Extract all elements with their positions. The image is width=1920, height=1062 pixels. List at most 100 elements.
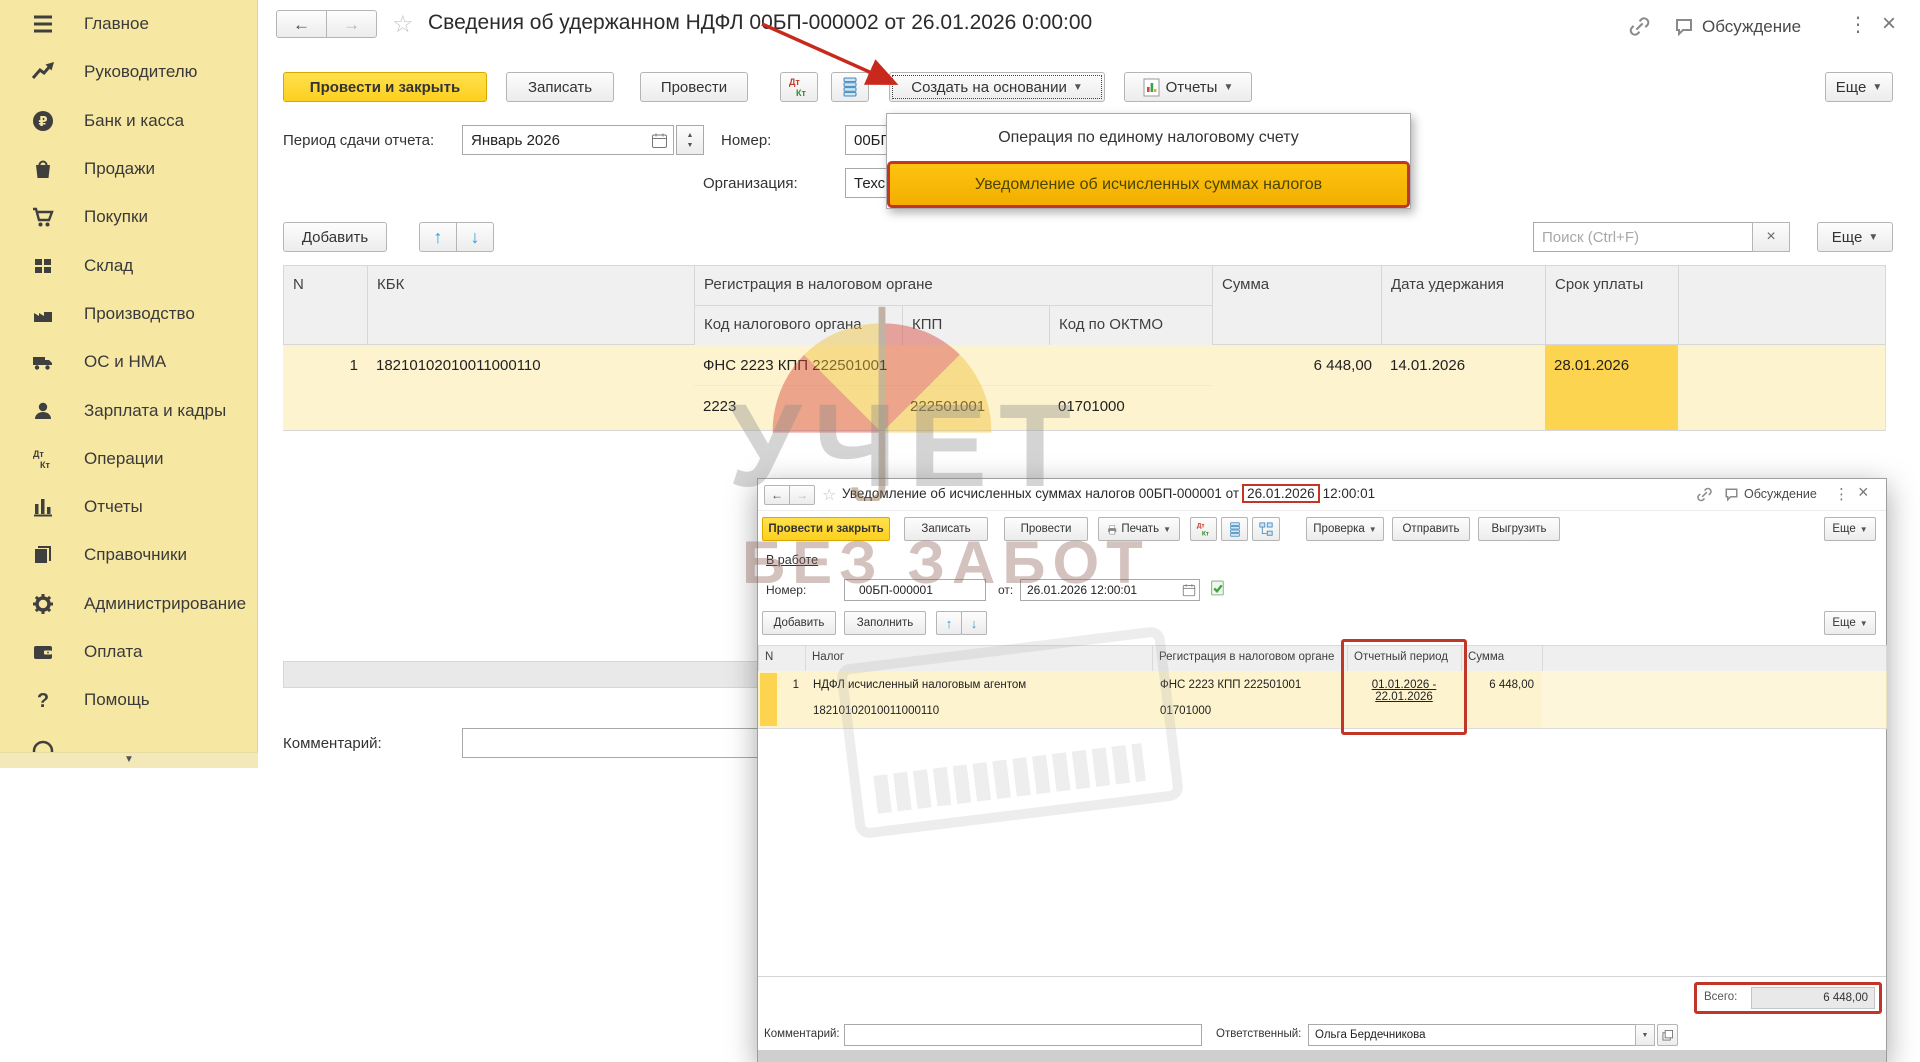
sidebar-item-partial[interactable] bbox=[0, 724, 257, 752]
link-icon[interactable] bbox=[1696, 486, 1713, 508]
check-button[interactable]: Проверка▼ bbox=[1306, 517, 1384, 541]
more-button[interactable]: Еще▼ bbox=[1825, 72, 1893, 102]
discussion-label[interactable]: Обсуждение bbox=[1744, 487, 1817, 501]
sidebar-item-zarplata-kadry[interactable]: Зарплата и кадры bbox=[0, 386, 257, 434]
move-down-button[interactable]: ↓ bbox=[961, 611, 987, 635]
sidebar-item-os-nma[interactable]: ОС и НМА bbox=[0, 338, 257, 386]
post-button[interactable]: Провести bbox=[1004, 517, 1088, 541]
cell-withhold-date[interactable]: 14.01.2026 bbox=[1381, 345, 1546, 431]
kebab-menu-icon[interactable]: ⋮ bbox=[1848, 12, 1868, 37]
cell-registration[interactable]: ФНС 2223 КПП 222501001 2223 222501001 01… bbox=[694, 345, 1213, 431]
col-header-sum[interactable]: Сумма bbox=[1461, 645, 1543, 672]
kebab-menu-icon[interactable]: ⋮ bbox=[1834, 485, 1849, 503]
table-more-button[interactable]: Еще▼ bbox=[1824, 611, 1876, 635]
sidebar-scroll-down[interactable]: ▼ bbox=[0, 752, 258, 768]
favorite-star-icon[interactable]: ☆ bbox=[822, 485, 836, 505]
dtkt-register-button[interactable]: ДтКт bbox=[780, 72, 818, 102]
back-button[interactable]: ← bbox=[764, 485, 790, 505]
cell-sum[interactable]: 6 448,00 bbox=[1212, 345, 1382, 431]
col-header-sum[interactable]: Сумма bbox=[1212, 265, 1382, 345]
col-header-kpp[interactable]: КПП bbox=[902, 305, 1050, 346]
forward-button[interactable]: → bbox=[789, 485, 815, 505]
cell-sum[interactable]: 6 448,00 bbox=[1461, 671, 1543, 729]
write-button[interactable]: Записать bbox=[904, 517, 988, 541]
col-header-due-date[interactable]: Срок уплаты bbox=[1545, 265, 1679, 345]
search-input[interactable] bbox=[1533, 222, 1753, 252]
sidebar-item-proizvodstvo[interactable]: Производство bbox=[0, 290, 257, 338]
col-header-tax[interactable]: Налог bbox=[805, 645, 1153, 672]
cell-registration[interactable]: ФНС 2223 КПП 222501001 01701000 bbox=[1152, 671, 1348, 729]
send-button[interactable]: Отправить bbox=[1392, 517, 1470, 541]
comment-input[interactable] bbox=[844, 1024, 1202, 1046]
back-button[interactable]: ← bbox=[276, 10, 327, 38]
menu-item-tax-notification[interactable]: Уведомление об исчисленных суммах налого… bbox=[887, 161, 1410, 208]
col-header-kbk[interactable]: КБК bbox=[367, 265, 695, 345]
cell-n[interactable]: 1 bbox=[283, 345, 368, 431]
sidebar-item-sklad[interactable]: Склад bbox=[0, 241, 257, 289]
close-icon[interactable]: × bbox=[1882, 10, 1896, 38]
calendar-icon[interactable] bbox=[651, 132, 668, 153]
sidebar-item-pomosch[interactable]: ? Помощь bbox=[0, 676, 257, 724]
number-input[interactable]: 00БП-000001 bbox=[844, 579, 986, 601]
move-down-button[interactable]: ↓ bbox=[456, 222, 494, 252]
col-header-registration[interactable]: Регистрация в налоговом органе bbox=[694, 265, 1213, 306]
export-button[interactable]: Выгрузить bbox=[1478, 517, 1560, 541]
discussion-icon[interactable] bbox=[1674, 17, 1694, 42]
more-button[interactable]: Еще▼ bbox=[1824, 517, 1876, 541]
col-header-tax-authority-code[interactable]: Код налогового органа bbox=[694, 305, 903, 346]
sidebar-item-prodazhi[interactable]: Продажи bbox=[0, 145, 257, 193]
menu-item-ens-operation[interactable]: Операция по единому налоговому счету bbox=[887, 114, 1410, 161]
col-header-n[interactable]: N bbox=[758, 645, 806, 672]
col-header-oktmo[interactable]: Код по ОКТМО bbox=[1049, 305, 1213, 346]
cell-kbk[interactable]: 18210102010011000110 bbox=[367, 345, 695, 431]
sidebar-item-oplata[interactable]: Оплата bbox=[0, 628, 257, 676]
register-records-button[interactable] bbox=[831, 72, 869, 102]
close-icon[interactable]: × bbox=[1858, 482, 1869, 503]
post-button[interactable]: Провести bbox=[640, 72, 748, 102]
cell-period[interactable]: 01.01.2026 - 22.01.2026 bbox=[1347, 671, 1462, 729]
edo-state-icon[interactable] bbox=[1210, 580, 1227, 602]
responsible-open-button[interactable] bbox=[1657, 1024, 1678, 1046]
print-button[interactable]: Печать▼ bbox=[1098, 517, 1180, 541]
discussion-label[interactable]: Обсуждение bbox=[1702, 17, 1801, 37]
period-input[interactable]: Январь 2026 bbox=[462, 125, 674, 155]
discussion-icon[interactable] bbox=[1724, 487, 1739, 507]
table-more-button[interactable]: Еще▼ bbox=[1817, 222, 1893, 252]
favorite-star-icon[interactable]: ☆ bbox=[392, 10, 414, 39]
register-records-button[interactable] bbox=[1221, 517, 1248, 541]
cell-due-date[interactable]: 28.01.2026 bbox=[1545, 345, 1679, 431]
post-and-close-button[interactable]: Провести и закрыть bbox=[283, 72, 487, 102]
move-up-button[interactable]: ↑ bbox=[419, 222, 457, 252]
fill-button[interactable]: Заполнить bbox=[844, 611, 926, 635]
sidebar-item-operacii[interactable]: ДтКт Операции bbox=[0, 435, 257, 483]
reports-button[interactable]: Отчеты▼ bbox=[1124, 72, 1252, 102]
link-icon[interactable] bbox=[1628, 15, 1651, 43]
sidebar-item-administrirovanie[interactable]: Администрирование bbox=[0, 580, 257, 628]
sidebar-item-spravochniki[interactable]: Справочники bbox=[0, 531, 257, 579]
period-stepper[interactable]: ▲▼ bbox=[676, 125, 704, 155]
create-based-on-button[interactable]: Создать на основании▼ bbox=[889, 72, 1105, 102]
post-and-close-button[interactable]: Провести и закрыть bbox=[762, 517, 890, 541]
date-input[interactable]: 26.01.2026 12:00:01 bbox=[1020, 579, 1200, 601]
status-link[interactable]: В работе bbox=[766, 553, 818, 567]
move-up-button[interactable]: ↑ bbox=[936, 611, 962, 635]
add-row-button[interactable]: Добавить bbox=[283, 222, 387, 252]
add-row-button[interactable]: Добавить bbox=[762, 611, 836, 635]
clear-search-button[interactable]: × bbox=[1752, 222, 1790, 252]
calendar-icon[interactable] bbox=[1182, 583, 1196, 600]
col-header-period[interactable]: Отчетный период bbox=[1347, 645, 1462, 672]
dtkt-register-button[interactable]: ДтКт bbox=[1190, 517, 1217, 541]
col-header-withhold-date[interactable]: Дата удержания bbox=[1381, 265, 1546, 345]
sidebar-item-otchety[interactable]: Отчеты bbox=[0, 483, 257, 531]
sidebar-item-pokupki[interactable]: Покупки bbox=[0, 193, 257, 241]
col-header-n[interactable]: N bbox=[283, 265, 368, 345]
write-button[interactable]: Записать bbox=[506, 72, 614, 102]
forward-button[interactable]: → bbox=[326, 10, 377, 38]
responsible-dropdown-button[interactable]: ▼ bbox=[1635, 1024, 1655, 1046]
responsible-input[interactable]: Ольга Бердечникова bbox=[1308, 1024, 1636, 1046]
cell-n[interactable]: 1 bbox=[758, 671, 806, 729]
col-header-registration[interactable]: Регистрация в налоговом органе bbox=[1152, 645, 1348, 672]
sidebar-item-bank-kassa[interactable]: ₽ Банк и касса bbox=[0, 97, 257, 145]
sidebar-item-rukovoditelyu[interactable]: Руководителю bbox=[0, 48, 257, 96]
structure-button[interactable] bbox=[1252, 517, 1280, 541]
